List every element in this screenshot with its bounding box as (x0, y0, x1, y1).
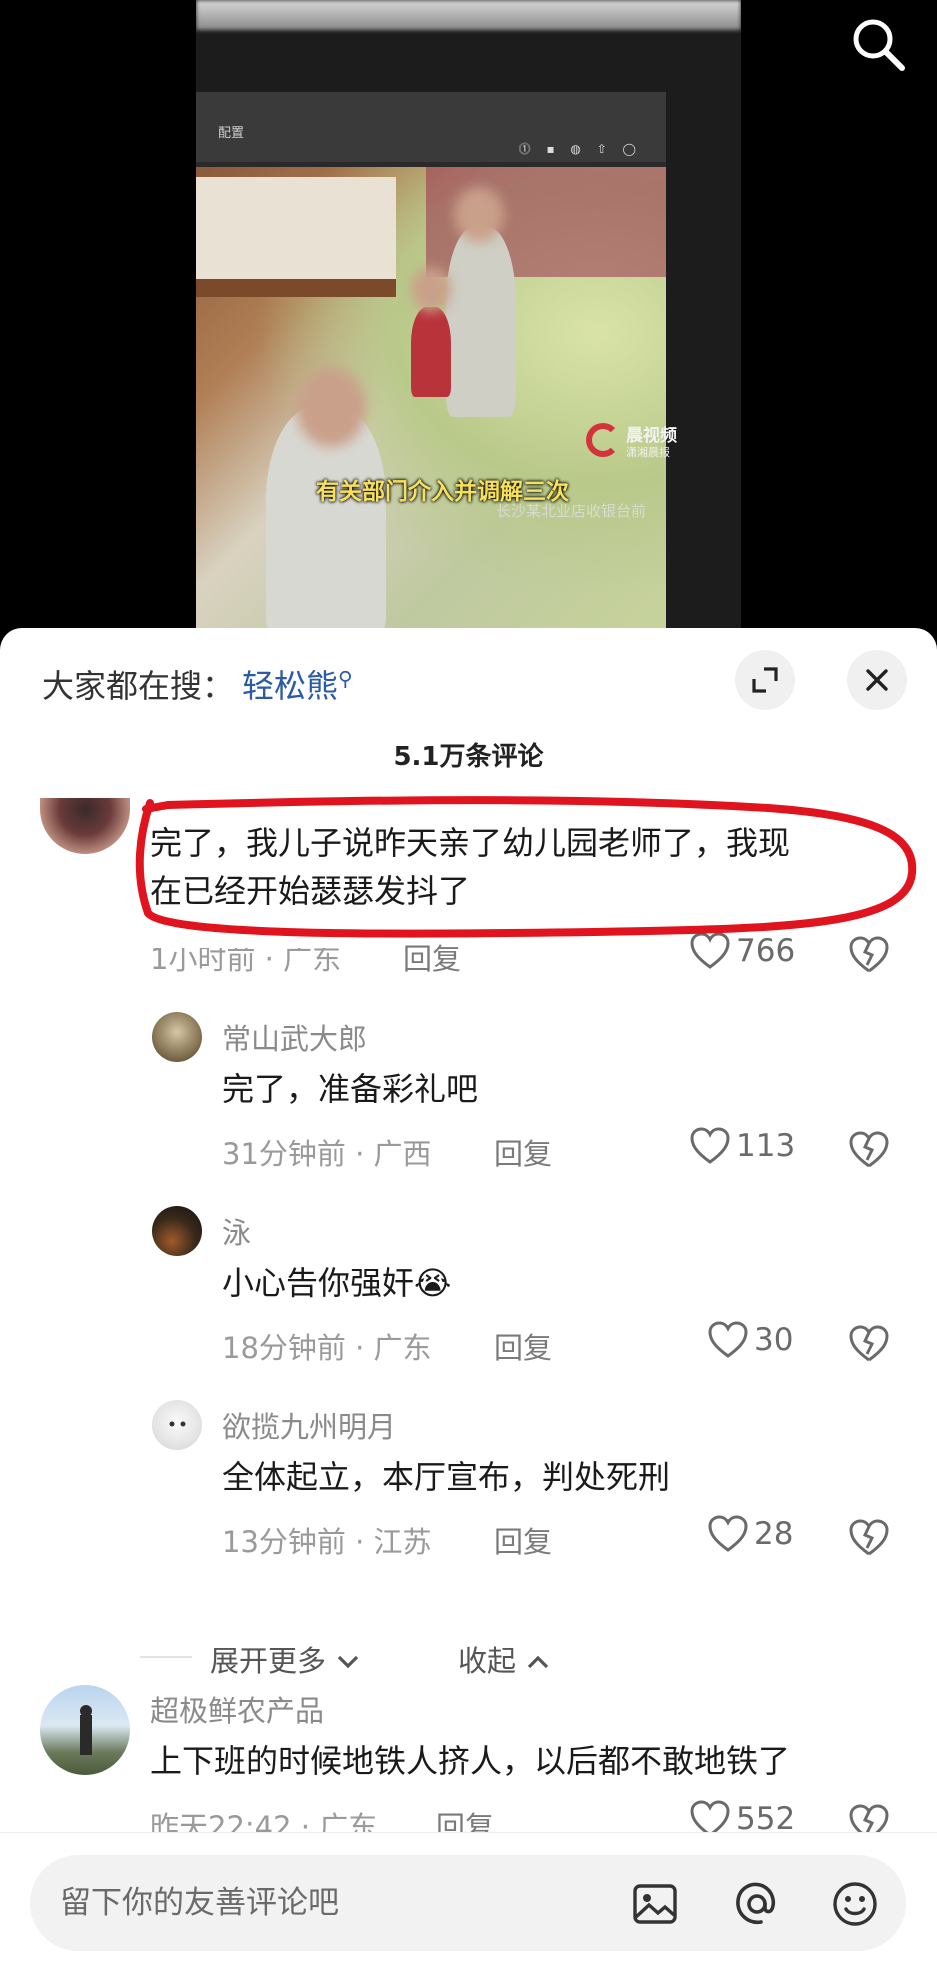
username[interactable]: 常山武大郎 (222, 1016, 367, 1058)
broken-heart-icon (849, 1131, 889, 1168)
heart-icon (690, 1127, 730, 1164)
reply-meta: 18分钟前 · 广东 (222, 1331, 432, 1365)
cctv-toolbar: 配置 ⓵ ▪ ◍ ⇧ ◯ (196, 92, 666, 162)
reply-text: 全体起立，本厅宣布，判处死刑 (222, 1458, 671, 1496)
video-top-blur (196, 0, 741, 30)
like-count: 28 (754, 1516, 794, 1552)
close-button[interactable] (847, 650, 907, 710)
broken-heart-icon (849, 936, 889, 973)
cashier-counter (196, 177, 396, 297)
cctv-label: 配置 (218, 126, 245, 141)
comment-input-container (30, 1855, 906, 1951)
reply-meta: 31分钟前 · 广西 (222, 1137, 432, 1171)
dislike-button[interactable] (848, 935, 890, 977)
heart-icon (708, 1515, 748, 1552)
close-icon (866, 669, 888, 691)
like-button[interactable]: 113 (690, 1127, 795, 1165)
cctv-screen: 配置 ⓵ ▪ ◍ ⇧ ◯ 晨视频 潇湘晨报 (196, 92, 677, 640)
collapse-label: 收起 (458, 1644, 517, 1678)
emoji-icon (833, 1882, 877, 1926)
collapse-button[interactable]: 收起 (458, 1638, 551, 1680)
reply-text: 小心告你强奸😭 (222, 1260, 451, 1306)
avatar[interactable] (40, 798, 130, 854)
emoji-button[interactable] (830, 1879, 880, 1929)
news-watermark: 晨视频 潇湘晨报 (586, 417, 706, 467)
adult-figure-2 (446, 227, 516, 417)
heart-icon (690, 932, 730, 969)
cctv-toolbar-icons: ⓵ ▪ ◍ ⇧ ◯ (518, 142, 642, 156)
reply-text-body: 小心告你强奸 (222, 1264, 415, 1302)
comment-text: 上下班的时候地铁人挤人，以后都不敢地铁了 (150, 1742, 791, 1780)
comment-sheet: 大家都在搜： 轻松熊⚲ 5.1万条评论 完了，我儿子说昨天亲了幼儿园老师了，我现 … (0, 628, 937, 1974)
chevron-down-icon (338, 1655, 359, 1669)
avatar[interactable] (152, 1400, 202, 1450)
like-count: 30 (754, 1322, 794, 1358)
fullscreen-icon (752, 667, 778, 693)
reply-meta: 13分钟前 · 江苏 (222, 1525, 432, 1559)
video-player[interactable]: 配置 ⓵ ▪ ◍ ⇧ ◯ 晨视频 潇湘晨报 有关部门介入并调解三次 长沙某北业店… (0, 0, 937, 640)
watermark-sub: 潇湘晨报 (626, 446, 670, 459)
replies-expand-row: 展开更多 收起 (0, 1634, 937, 1684)
like-button[interactable]: 766 (690, 932, 795, 970)
comment-text-line2: 在已经开始瑟瑟发抖了 (150, 872, 471, 910)
video-caption-sub: 长沙某北业店收银台前 (496, 502, 647, 520)
video-frame: 配置 ⓵ ▪ ◍ ⇧ ◯ 晨视频 潇湘晨报 有关部门介入并调解三次 长沙某北业店… (196, 0, 741, 640)
blurred-face-2 (454, 187, 504, 242)
crying-emoji-icon: 😭 (414, 1264, 452, 1302)
suggestion-prefix: 大家都在搜： (42, 667, 235, 705)
blurred-face (296, 367, 366, 447)
like-button[interactable]: 30 (708, 1321, 793, 1359)
avatar[interactable] (152, 1012, 202, 1062)
reply-text: 完了，准备彩礼吧 (222, 1070, 479, 1108)
comment-input-bar (0, 1832, 937, 1974)
image-button[interactable] (630, 1879, 680, 1929)
child-figure (411, 307, 451, 397)
heart-icon (708, 1321, 748, 1358)
dislike-button[interactable] (848, 1130, 890, 1172)
dislike-button[interactable] (848, 1518, 890, 1560)
image-icon (633, 1884, 677, 1924)
comment-input[interactable] (60, 1855, 620, 1951)
divider (140, 1656, 192, 1658)
comment-text-line1: 完了，我儿子说昨天亲了幼儿园老师了，我现 (150, 824, 791, 862)
username[interactable]: 超极鲜农产品 (150, 1688, 324, 1730)
like-count: 113 (736, 1128, 796, 1164)
surveillance-scene: 晨视频 潇湘晨报 (196, 167, 677, 640)
suggestion-keyword-link[interactable]: 轻松熊 (242, 667, 338, 705)
mention-button[interactable] (732, 1879, 782, 1929)
comment-count-title: 5.1万条评论 (393, 742, 544, 772)
username[interactable]: 泳 (222, 1210, 251, 1252)
at-icon (736, 1882, 776, 1925)
small-search-icon: ⚲ (338, 666, 353, 691)
fullscreen-button[interactable] (735, 650, 795, 710)
reply-button[interactable]: 回复 (494, 1131, 552, 1173)
reply-button[interactable]: 回复 (494, 1325, 552, 1367)
watermark-brand: 晨视频 (626, 426, 677, 446)
dislike-button[interactable] (848, 1324, 890, 1366)
avatar-person-icon (80, 1705, 92, 1755)
search-button[interactable] (846, 12, 910, 76)
search-icon (853, 19, 905, 71)
watermark-logo-icon (586, 423, 620, 457)
reply-button[interactable]: 回复 (494, 1519, 552, 1561)
blurred-face-3 (411, 267, 451, 312)
avatar[interactable] (40, 1685, 130, 1775)
reply-button[interactable]: 回复 (403, 936, 461, 978)
username[interactable]: 欲揽九州明月 (222, 1404, 396, 1446)
red-annotation-oval (135, 796, 917, 938)
broken-heart-icon (849, 1519, 889, 1556)
expand-more-label: 展开更多 (210, 1644, 327, 1678)
comment-meta: 1小时前 · 广东 (150, 942, 342, 976)
chevron-up-icon (528, 1655, 549, 1669)
avatar-face-icon (169, 1421, 186, 1427)
expand-more-button[interactable]: 展开更多 (210, 1638, 361, 1680)
avatar[interactable] (152, 1206, 202, 1256)
like-count: 766 (736, 933, 796, 969)
like-button[interactable]: 28 (708, 1515, 793, 1553)
search-suggestion: 大家都在搜： 轻松熊⚲ (42, 661, 353, 707)
broken-heart-icon (849, 1325, 889, 1362)
